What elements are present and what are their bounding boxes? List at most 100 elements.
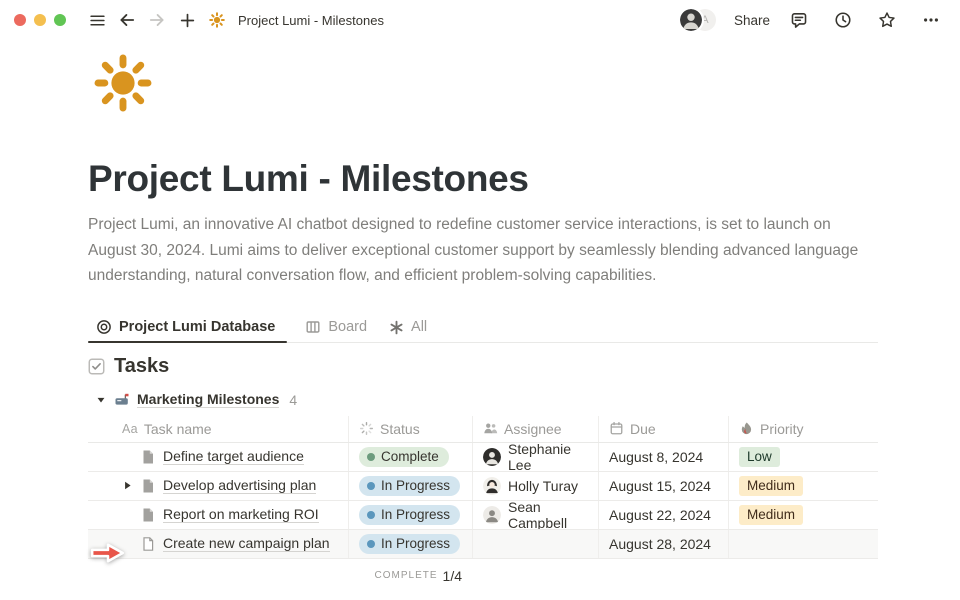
tab-project-lumi-database[interactable]: Project Lumi Database	[88, 312, 287, 342]
view-tabs: Project Lumi Database Board All	[88, 313, 878, 343]
task-title[interactable]: Report on marketing ROI	[163, 506, 319, 523]
cell-priority[interactable]: Medium	[728, 501, 878, 529]
tab-board[interactable]: Board	[305, 312, 371, 342]
cell-assignee[interactable]: Holly Turay	[472, 472, 598, 500]
page-icon	[140, 478, 156, 494]
tab-label: All	[411, 319, 427, 335]
assignee-name: Holly Turay	[508, 478, 578, 494]
status-pill[interactable]: In Progress	[359, 505, 460, 525]
row-expand-icon[interactable]	[122, 480, 133, 491]
status-pill[interactable]: Complete	[359, 447, 449, 467]
cell-status[interactable]: In Progress	[348, 472, 472, 500]
cell-task[interactable]: Define target audience	[88, 443, 348, 471]
priority-pill[interactable]: Medium	[739, 476, 803, 496]
task-title[interactable]: Develop advertising plan	[163, 477, 316, 494]
table-row[interactable]: Report on marketing ROI In Progress Sean…	[88, 501, 878, 530]
page-sun-icon[interactable]	[94, 54, 152, 112]
table-row[interactable]: Develop advertising plan In Progress Hol…	[88, 472, 878, 501]
assignee-avatar	[483, 448, 501, 466]
cell-task[interactable]: Develop advertising plan	[88, 472, 348, 500]
cell-priority[interactable]: Low	[728, 443, 878, 471]
sidebar-menu-icon[interactable]	[88, 11, 106, 29]
cell-due[interactable]: August 15, 2024	[598, 472, 728, 500]
cell-due[interactable]: August 22, 2024	[598, 501, 728, 529]
status-label: Complete	[381, 449, 439, 464]
status-label: In Progress	[381, 507, 450, 522]
checkbox-icon	[88, 358, 105, 375]
priority-pill[interactable]: Low	[739, 447, 780, 467]
column-label: Status	[380, 421, 420, 437]
column-priority[interactable]: Priority	[728, 416, 878, 442]
calendar-icon	[609, 421, 624, 436]
cell-priority[interactable]: Medium	[728, 472, 878, 500]
cell-priority[interactable]	[728, 530, 878, 558]
cell-status[interactable]: In Progress	[348, 530, 472, 558]
minimize-window-button[interactable]	[34, 14, 46, 26]
status-spinner-icon	[359, 421, 374, 436]
cell-due[interactable]: August 8, 2024	[598, 443, 728, 471]
task-title[interactable]: Create new campaign plan	[163, 535, 330, 552]
forward-icon[interactable]	[148, 11, 166, 29]
board-icon	[305, 319, 321, 335]
status-pill[interactable]: In Progress	[359, 534, 460, 554]
close-window-button[interactable]	[14, 14, 26, 26]
cell-status[interactable]: Complete	[348, 443, 472, 471]
back-icon[interactable]	[118, 11, 136, 29]
cell-assignee[interactable]	[472, 530, 598, 558]
zoom-window-button[interactable]	[54, 14, 66, 26]
column-status[interactable]: Status	[348, 416, 472, 442]
group-name[interactable]: Marketing Milestones	[137, 391, 279, 408]
assignee-avatar	[483, 477, 501, 495]
cell-task[interactable]: Create new campaign plan	[88, 530, 348, 558]
comments-icon[interactable]	[790, 11, 808, 29]
more-options-icon[interactable]	[922, 11, 940, 29]
status-dot-icon	[367, 511, 375, 519]
avatar	[678, 7, 704, 33]
cell-due[interactable]: August 28, 2024	[598, 530, 728, 558]
column-assignee[interactable]: Assignee	[472, 416, 598, 442]
mailbox-icon	[114, 392, 130, 408]
breadcrumb[interactable]: Project Lumi - Milestones	[238, 13, 384, 28]
due-date: August 28, 2024	[609, 536, 711, 552]
due-date: August 8, 2024	[609, 449, 703, 465]
cell-assignee[interactable]: Stephanie Lee	[472, 443, 598, 471]
favorite-star-icon[interactable]	[878, 11, 896, 29]
tab-all[interactable]: All	[389, 312, 431, 342]
column-due[interactable]: Due	[598, 416, 728, 442]
cell-task[interactable]: Report on marketing ROI	[88, 501, 348, 529]
column-label: Task name	[144, 421, 212, 437]
status-label: In Progress	[381, 478, 450, 493]
share-button[interactable]: Share	[734, 13, 770, 28]
group-count: 4	[289, 392, 297, 408]
table-footer: COMPLETE 1/4	[88, 559, 878, 584]
section-title[interactable]: Tasks	[114, 355, 169, 378]
task-title[interactable]: Define target audience	[163, 448, 304, 465]
tasks-table: Aa Task name Status Assignee Due Priorit…	[88, 416, 878, 584]
text-aa-icon: Aa	[122, 422, 138, 436]
flame-icon	[739, 421, 754, 436]
new-tab-plus-icon[interactable]	[178, 11, 196, 29]
priority-pill[interactable]: Medium	[739, 505, 803, 525]
page-content: Project Lumi - Milestones Project Lumi, …	[0, 54, 878, 584]
status-calculation[interactable]: COMPLETE 1/4	[348, 559, 472, 584]
due-date: August 22, 2024	[609, 507, 711, 523]
calc-value: 1/4	[443, 568, 462, 584]
group-collapse-icon[interactable]	[96, 395, 106, 405]
history-clock-icon[interactable]	[834, 11, 852, 29]
asterisk-icon	[389, 320, 404, 335]
page-description[interactable]: Project Lumi, an innovative AI chatbot d…	[88, 212, 878, 289]
table-header-row: Aa Task name Status Assignee Due Priorit…	[88, 416, 878, 443]
page-icon	[140, 507, 156, 523]
table-row[interactable]: Define target audience Complete Stephani…	[88, 443, 878, 472]
status-dot-icon	[367, 540, 375, 548]
table-row[interactable]: Create new campaign plan In Progress Aug…	[88, 530, 878, 559]
column-task-name[interactable]: Aa Task name	[88, 416, 348, 442]
status-pill[interactable]: In Progress	[359, 476, 460, 496]
collaborator-avatars[interactable]: A	[678, 7, 720, 33]
tasks-section-header: Tasks	[88, 355, 878, 378]
cell-status[interactable]: In Progress	[348, 501, 472, 529]
page-title[interactable]: Project Lumi - Milestones	[88, 158, 878, 200]
status-dot-icon	[367, 453, 375, 461]
cell-assignee[interactable]: Sean Campbell	[472, 501, 598, 529]
due-date: August 15, 2024	[609, 478, 711, 494]
